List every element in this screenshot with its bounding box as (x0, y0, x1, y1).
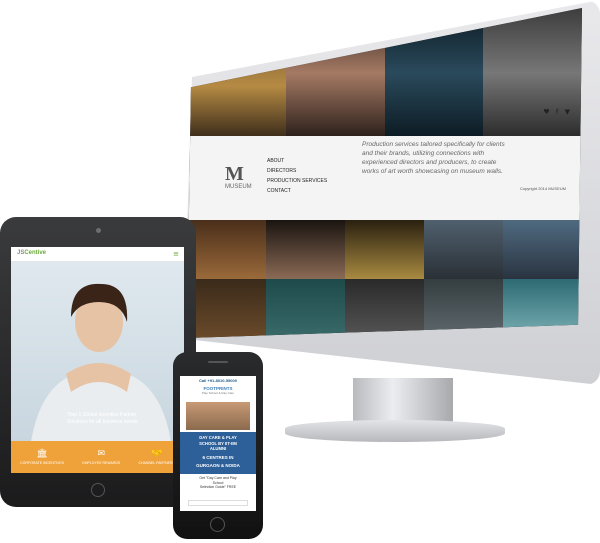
monitor-screen: M MUSEUM ABOUT DIRECTORS PRODUCTION SERV… (187, 8, 582, 338)
bank-icon: 🏛 (36, 449, 48, 459)
logo-part-right: Centive (24, 250, 47, 256)
logo-letter: M (225, 163, 244, 185)
tile-label: CHANNEL PARTNERS (138, 461, 175, 465)
guide-line-3: Selection Guide" FREE (199, 485, 237, 489)
headline-line-3: ALUMNI (209, 446, 227, 451)
monitor-tagline: Production services tailored specificall… (362, 141, 505, 175)
photo-grid-8[interactable] (345, 279, 424, 338)
jscentive-logo[interactable]: JSCentive (17, 250, 46, 256)
phone-speaker (208, 361, 228, 363)
nav-production-services[interactable]: PRODUCTION SERVICES (267, 176, 327, 186)
photo-grid-1[interactable] (187, 220, 266, 279)
device-mockup-stage: M MUSEUM ABOUT DIRECTORS PRODUCTION SERV… (0, 0, 600, 543)
tablet-topbar: JSCentive ≡ (11, 247, 184, 262)
smartphone-device: Call +91-8010-55000 FOOTPRINTS Play Scho… (173, 352, 263, 539)
nav-about[interactable]: ABOUT (267, 156, 327, 166)
phone-screen: Call +91-8010-55000 FOOTPRINTS Play Scho… (180, 376, 256, 511)
tablet-hero-text: Your 1 Global Incentive Partner. Solutio… (67, 412, 139, 425)
tablet-device: JSCentive ≡ Your 1 Global Incentive Part… (0, 217, 196, 507)
monitor-nav: ABOUT DIRECTORS PRODUCTION SERVICES CONT… (267, 156, 327, 196)
nav-contact[interactable]: CONTACT (267, 186, 327, 196)
photo-grid-7[interactable] (266, 279, 345, 338)
photo-woman-portrait[interactable] (285, 8, 385, 138)
museum-logo[interactable]: M MUSEUM (225, 163, 252, 190)
selection-guide-offer: Get "Day Care and Play School Selection … (180, 476, 256, 490)
photo-grid-4[interactable] (424, 220, 503, 279)
photo-grid-6[interactable] (187, 279, 266, 338)
centres-line-2: GURGAON & NOIDA (196, 463, 240, 468)
tablet-service-tiles: 🏛 CORPORATE INCENTIVES ✉ EMPLOYEE REWARD… (11, 441, 184, 473)
tablet-home-button[interactable] (91, 483, 105, 497)
photo-grid-5[interactable] (503, 220, 582, 279)
monitor-stand-neck (353, 378, 453, 423)
tablet-camera (96, 228, 101, 233)
handshake-icon: 🤝 (151, 449, 163, 459)
photo-office-man[interactable] (483, 8, 582, 138)
phone-form-field[interactable] (188, 500, 248, 506)
tile-employee[interactable]: ✉ EMPLOYEE REWARDS (82, 449, 120, 465)
phone-home-button[interactable] (210, 517, 225, 532)
tile-label: EMPLOYEE REWARDS (82, 461, 121, 465)
tile-corporate[interactable]: 🏛 CORPORATE INCENTIVES (20, 449, 64, 465)
nav-directors[interactable]: DIRECTORS (267, 166, 327, 176)
brand-subtitle: Play School & Day Care (201, 391, 235, 395)
footprints-logo[interactable]: FOOTPRINTS Play School & Day Care (183, 386, 253, 400)
call-number[interactable]: Call +91-8010-55000 (180, 378, 256, 383)
tablet-hero-image: Your 1 Global Incentive Partner. Solutio… (11, 262, 184, 442)
photo-grid-3[interactable] (345, 220, 424, 279)
monitor-bottom-photo-grid (187, 220, 582, 338)
hamburger-menu-icon[interactable]: ≡ (173, 250, 179, 258)
photo-grid-2[interactable] (266, 220, 345, 279)
logo-caption: MUSEUM (225, 184, 252, 190)
children-photo (186, 402, 250, 430)
envelope-icon: ✉ (97, 449, 106, 459)
tile-channel[interactable]: 🤝 CHANNEL PARTNERS (139, 449, 175, 465)
centres-line-1: 6 CENTRES IN (202, 454, 234, 460)
monitor-stand-foot (285, 420, 505, 442)
phone-headline-block: DAY CARE & PLAY SCHOOL BY IIT-IIM ALUMNI… (180, 432, 256, 474)
tablet-screen: JSCentive ≡ Your 1 Global Incentive Part… (11, 247, 184, 473)
social-icons[interactable]: ♥ f ▼ (543, 108, 572, 116)
tile-label: CORPORATE INCENTIVES (20, 461, 65, 465)
monitor-copyright: Copyright 2014 MUSEUM (519, 186, 566, 191)
